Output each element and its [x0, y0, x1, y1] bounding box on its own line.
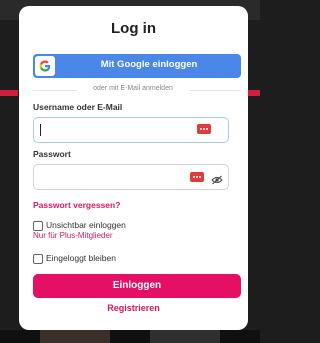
- plus-members-note: Nur für Plus-Mitglieder: [33, 231, 113, 240]
- background-thumbnail: [150, 330, 220, 343]
- background-footer: [0, 330, 260, 343]
- username-input[interactable]: [38, 121, 188, 137]
- forgot-password-link[interactable]: Passwort vergessen?: [33, 200, 120, 210]
- divider-line: [33, 90, 77, 91]
- google-login-label: Mit Google einloggen: [100, 59, 198, 70]
- password-input[interactable]: [38, 168, 188, 184]
- password-label: Passwort: [33, 149, 71, 159]
- eye-slash-icon[interactable]: [211, 172, 223, 185]
- password-field[interactable]: [33, 164, 229, 190]
- stay-logged-in-label: Eingeloggt bleiben: [46, 253, 116, 263]
- stay-logged-in-checkbox[interactable]: [33, 254, 43, 264]
- divider-line: [189, 90, 241, 91]
- google-login-button[interactable]: Mit Google einloggen: [33, 54, 241, 78]
- username-field[interactable]: [33, 117, 229, 143]
- password-manager-icon[interactable]: [190, 172, 204, 182]
- text-caret: [40, 124, 41, 136]
- modal-title: Log in: [111, 20, 156, 37]
- invisible-login-label: Unsichtbar einloggen: [46, 220, 126, 230]
- invisible-login-checkbox[interactable]: [33, 221, 43, 231]
- register-link[interactable]: Registrieren: [19, 303, 248, 313]
- login-button[interactable]: Einloggen: [33, 274, 241, 298]
- login-modal: Log in Mit Google einloggen oder mit E-M…: [19, 6, 248, 330]
- background-thumbnail: [40, 330, 110, 343]
- username-label: Username oder E-Mail: [33, 102, 123, 112]
- divider-text: oder mit E-Mail anmelden: [93, 85, 173, 92]
- google-g-icon: [35, 56, 55, 76]
- password-manager-icon[interactable]: [197, 124, 211, 134]
- background-accent: [0, 90, 18, 96]
